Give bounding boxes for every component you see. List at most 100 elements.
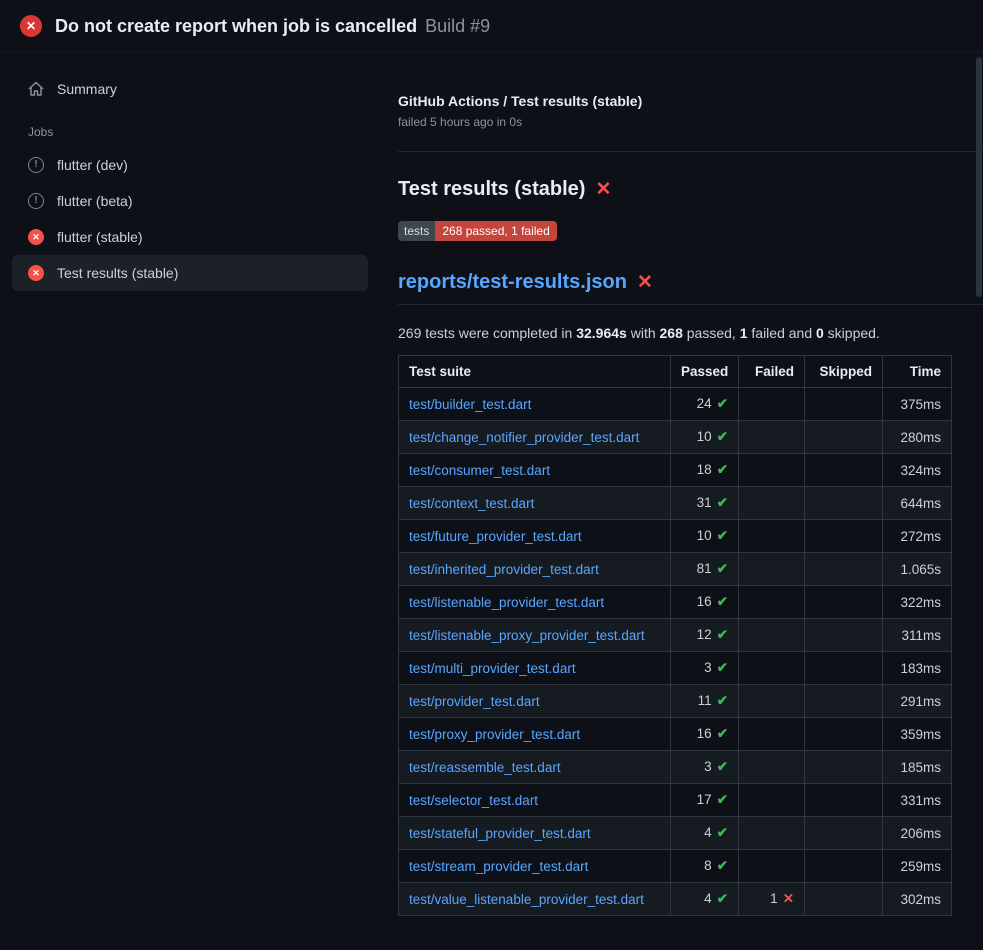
time-cell: 206ms	[883, 817, 952, 850]
passed-count: 31	[697, 495, 712, 510]
sidebar-item-label: flutter (dev)	[57, 157, 128, 173]
x-circle-icon: ✕	[28, 229, 44, 245]
table-row: test/multi_provider_test.dart3✔183ms	[399, 652, 952, 685]
passed-count: 16	[697, 594, 712, 609]
table-row: test/inherited_provider_test.dart81✔1.06…	[399, 553, 952, 586]
summary-skipped: 0	[816, 325, 824, 341]
passed-count: 8	[704, 858, 712, 873]
suite-link[interactable]: test/value_listenable_provider_test.dart	[409, 892, 644, 907]
report-link[interactable]: reports/test-results.json	[398, 271, 627, 294]
suite-link[interactable]: test/inherited_provider_test.dart	[409, 562, 599, 577]
sidebar-item-label: flutter (beta)	[57, 193, 132, 209]
passed-cell: 24✔	[671, 388, 739, 421]
x-circle-icon: ✕	[28, 265, 44, 281]
suite-link[interactable]: test/future_provider_test.dart	[409, 529, 582, 544]
sidebar-item-test-results-stable[interactable]: ✕ Test results (stable)	[12, 255, 368, 291]
skipped-cell	[805, 652, 883, 685]
table-row: test/selector_test.dart17✔331ms	[399, 784, 952, 817]
passed-count: 10	[697, 429, 712, 444]
build-title-row: Do not create report when job is cancell…	[55, 16, 490, 37]
table-row: test/stream_provider_test.dart8✔259ms	[399, 850, 952, 883]
passed-cell: 31✔	[671, 487, 739, 520]
summary-line: 269 tests were completed in 32.964s with…	[398, 325, 983, 341]
failed-cell	[739, 817, 805, 850]
alert-circle-icon: !	[28, 193, 44, 209]
table-row: test/reassemble_test.dart3✔185ms	[399, 751, 952, 784]
section-title: Test results (stable) ✕	[398, 178, 983, 201]
failed-cell	[739, 685, 805, 718]
suite-link[interactable]: test/selector_test.dart	[409, 793, 538, 808]
suite-link[interactable]: test/multi_provider_test.dart	[409, 661, 576, 676]
table-row: test/stateful_provider_test.dart4✔206ms	[399, 817, 952, 850]
time-cell: 259ms	[883, 850, 952, 883]
time-cell: 375ms	[883, 388, 952, 421]
suite-cell: test/listenable_provider_test.dart	[399, 586, 671, 619]
time-cell: 185ms	[883, 751, 952, 784]
check-icon: ✔	[717, 726, 728, 741]
time-cell: 322ms	[883, 586, 952, 619]
time-cell: 331ms	[883, 784, 952, 817]
table-row: test/proxy_provider_test.dart16✔359ms	[399, 718, 952, 751]
skipped-cell	[805, 454, 883, 487]
suite-link[interactable]: test/provider_test.dart	[409, 694, 540, 709]
sidebar-item-flutter-stable[interactable]: ✕ flutter (stable)	[12, 219, 368, 255]
passed-cell: 16✔	[671, 586, 739, 619]
sidebar-item-label: Test results (stable)	[57, 265, 178, 281]
passed-count: 18	[697, 462, 712, 477]
suite-link[interactable]: test/stateful_provider_test.dart	[409, 826, 591, 841]
suite-link[interactable]: test/listenable_proxy_provider_test.dart	[409, 628, 645, 643]
passed-cell: 10 ✔	[671, 421, 739, 454]
summary-text: with	[627, 325, 660, 341]
check-icon: ✔	[717, 627, 728, 642]
badge-label: tests	[398, 221, 435, 241]
suite-cell: test/provider_test.dart	[399, 685, 671, 718]
suite-cell: test/multi_provider_test.dart	[399, 652, 671, 685]
skipped-cell	[805, 751, 883, 784]
passed-cell: 4✔	[671, 883, 739, 916]
suite-cell: test/builder_test.dart	[399, 388, 671, 421]
suite-cell: test/change_notifier_provider_test.dart	[399, 421, 671, 454]
sidebar-item-label: flutter (stable)	[57, 229, 143, 245]
suite-link[interactable]: test/listenable_provider_test.dart	[409, 595, 604, 610]
failed-count: 1	[770, 891, 778, 906]
skipped-cell	[805, 850, 883, 883]
suite-cell: test/proxy_provider_test.dart	[399, 718, 671, 751]
suite-cell: test/consumer_test.dart	[399, 454, 671, 487]
skipped-cell	[805, 718, 883, 751]
failed-cell	[739, 421, 805, 454]
time-cell: 324ms	[883, 454, 952, 487]
suite-link[interactable]: test/reassemble_test.dart	[409, 760, 561, 775]
failed-cell	[739, 850, 805, 883]
passed-count: 11	[698, 693, 712, 708]
suite-link[interactable]: test/builder_test.dart	[409, 397, 531, 412]
sidebar-item-flutter-beta[interactable]: ! flutter (beta)	[12, 183, 368, 219]
scrollbar-thumb[interactable]	[976, 57, 982, 297]
suite-link[interactable]: test/proxy_provider_test.dart	[409, 727, 580, 742]
check-icon: ✔	[717, 429, 728, 444]
passed-count: 4	[704, 891, 712, 906]
passed-cell: 16 ✔	[671, 718, 739, 751]
time-cell: 1.065s	[883, 553, 952, 586]
passed-cell: 10✔	[671, 520, 739, 553]
skipped-cell	[805, 553, 883, 586]
skipped-cell	[805, 421, 883, 454]
passed-cell: 12✔	[671, 619, 739, 652]
suite-cell: test/future_provider_test.dart	[399, 520, 671, 553]
passed-count: 16	[697, 726, 712, 741]
alert-circle-icon: !	[28, 157, 44, 173]
suite-link[interactable]: test/change_notifier_provider_test.dart	[409, 430, 639, 445]
column-header-passed: Passed	[671, 356, 739, 388]
time-cell: 311ms	[883, 619, 952, 652]
passed-count: 17	[697, 792, 712, 807]
suite-link[interactable]: test/consumer_test.dart	[409, 463, 550, 478]
suite-link[interactable]: test/context_test.dart	[409, 496, 534, 511]
skipped-cell	[805, 817, 883, 850]
table-row: test/context_test.dart31✔644ms	[399, 487, 952, 520]
check-icon: ✔	[717, 825, 728, 840]
suite-cell: test/stateful_provider_test.dart	[399, 817, 671, 850]
skipped-cell	[805, 520, 883, 553]
suite-link[interactable]: test/stream_provider_test.dart	[409, 859, 588, 874]
badge-value: 268 passed, 1 failed	[435, 221, 556, 241]
sidebar-item-summary[interactable]: Summary	[12, 71, 368, 107]
sidebar-item-flutter-dev[interactable]: ! flutter (dev)	[12, 147, 368, 183]
